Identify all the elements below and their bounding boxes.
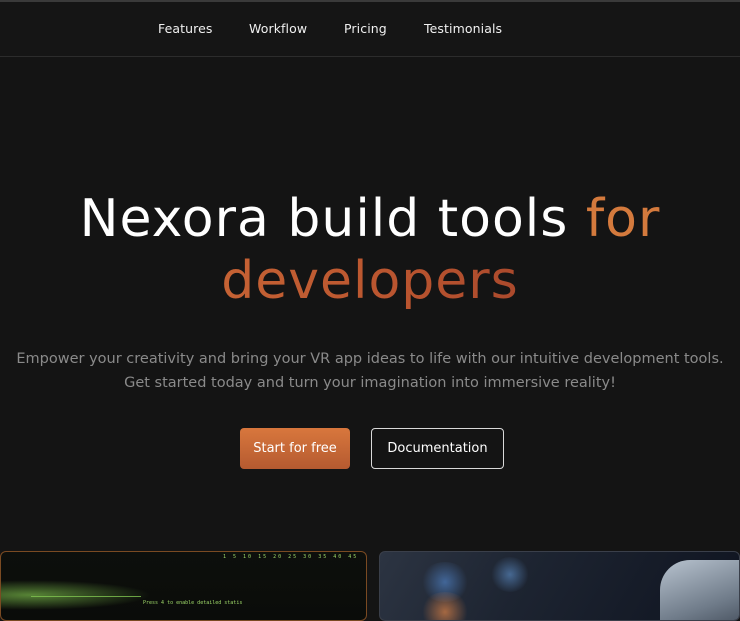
terminal-preview-card: 1 5 10 15 20 25 30 35 40 45 Press 4 to e… — [0, 551, 367, 621]
terminal-text: Press 4 to enable detailed statis — [143, 600, 243, 606]
nav-link-features[interactable]: Features — [158, 21, 213, 36]
top-navbar: Features Workflow Pricing Testimonials — [0, 2, 740, 57]
hero-title-main: Nexora build tools — [79, 189, 586, 249]
start-for-free-button[interactable]: Start for free — [240, 428, 350, 469]
hand-silhouette — [420, 592, 470, 620]
hero-title: Nexora build tools for developers — [0, 188, 740, 312]
terminal-glow — [1, 580, 151, 610]
hero-subtitle-line-2: Get started today and turn your imaginat… — [124, 375, 616, 391]
documentation-button[interactable]: Documentation — [371, 428, 504, 469]
vr-headset-image — [660, 560, 739, 620]
hero-title-accent-for: for — [585, 189, 661, 249]
hero-subtitle: Empower your creativity and bring your V… — [0, 347, 740, 395]
hero-title-accent-developers: developers — [0, 250, 740, 312]
terminal-numbers: 1 5 10 15 20 25 30 35 40 45 — [223, 554, 359, 560]
vr-preview-card — [379, 551, 740, 621]
terminal-line — [31, 596, 141, 597]
hero-subtitle-line-1: Empower your creativity and bring your V… — [16, 351, 724, 367]
nav-link-pricing[interactable]: Pricing — [344, 21, 387, 36]
nav-link-testimonials[interactable]: Testimonials — [424, 21, 502, 36]
nav-link-workflow[interactable]: Workflow — [249, 21, 307, 36]
bokeh-light — [490, 557, 530, 592]
